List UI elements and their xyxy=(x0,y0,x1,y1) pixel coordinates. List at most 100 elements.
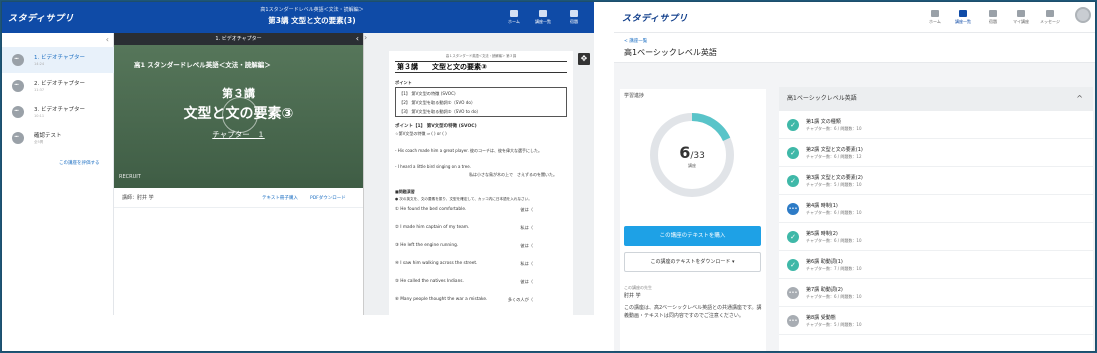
video-frame[interactable]: 高1 スタンダードレベル英語＜文法・読解編＞ 第３講 文型と文の要素③ チャプタ… xyxy=(114,45,363,188)
progress-count: 6/33 講座 xyxy=(648,143,736,169)
exercise-label: ■問題演習 xyxy=(395,189,415,194)
lecture-info-bar: 講師：肘井 学 テキスト冊子購入 PDFダウンロード xyxy=(114,188,363,208)
download-textbook-button[interactable]: この講座のテキストをダウンロード ▾ xyxy=(624,252,761,272)
chapter-status-icon xyxy=(12,80,24,92)
lesson-title: 第5講 時制(2) xyxy=(806,231,838,237)
example-sentence-2: - I heard a little bird singing on a tre… xyxy=(395,164,471,169)
my-course-icon xyxy=(1017,10,1025,17)
question-6-answer: 多くの人が（ xyxy=(507,297,533,302)
nav-my-courses[interactable]: マイ講座 xyxy=(1010,10,1032,25)
nav-home-label: ホーム xyxy=(929,19,941,24)
question-3: ③ He left the engine running. xyxy=(395,243,459,248)
teacher-label: この講座の先生 xyxy=(624,285,652,290)
question-2-answer: 私は（ xyxy=(520,225,533,230)
question-3-answer: 彼は（ xyxy=(520,243,533,248)
check-icon: ✓ xyxy=(787,175,799,187)
lesson-row[interactable]: ••• 第8講 受動態 チャプター数：5 / 問題数：10 xyxy=(779,307,1093,335)
nav-course-list[interactable]: 講座一覧 xyxy=(952,10,974,25)
lesson-row[interactable]: ✓ 第2講 文型と文の要素(1) チャプター数：6 / 問題数：12 xyxy=(779,139,1093,167)
chapter-duration: 14:24 xyxy=(34,62,45,66)
lesson-meta: チャプター数：5 / 問題数：10 xyxy=(806,322,862,327)
chapter-title: 2. ビデオチャプター xyxy=(34,81,85,87)
progress-label: 学習進捗 xyxy=(624,93,645,99)
exercise-instructions: ● 次の英文を、文の要素を振り、文型を確定して、カッコ内に日本語を入れなさい。 xyxy=(395,197,532,201)
chevron-right-icon[interactable]: › xyxy=(364,33,372,42)
nav-messages[interactable]: メッセージ xyxy=(1039,10,1061,25)
video-chapter-label: チャプター １ xyxy=(212,130,265,139)
check-icon: ✓ xyxy=(787,231,799,243)
homework-icon xyxy=(989,10,997,17)
test-question-count: 全5問 xyxy=(34,140,44,144)
example-sentence-2-jp: 私は小さな鳥が木の上で さえずるのを聞いた。 xyxy=(469,172,557,177)
point-item: 【2】 第V文型を取る動詞①（SVO do） xyxy=(399,100,476,105)
lesson-row[interactable]: ••• 第7講 助動詞(2) チャプター数：6 / 問題数：10 xyxy=(779,279,1093,307)
nav-messages-label: メッセージ xyxy=(1040,19,1060,24)
video-player[interactable]: 1. ビデオチャプター ‹ 高1 スタンダードレベル英語＜文法・読解編＞ 第３講… xyxy=(114,33,363,188)
nav-homework-label: 宿題 xyxy=(989,19,997,24)
sidebar-item-test[interactable]: 確認テスト 全5問 xyxy=(2,125,114,151)
lecture-player-app: スタディサプリ 高1スタンダードレベル英語＜文法・読解編＞ 第3講 文型と文の要… xyxy=(2,2,594,315)
buy-textbook-link[interactable]: テキスト冊子購入 xyxy=(262,195,298,201)
home-icon xyxy=(931,10,939,17)
status-dots-icon: ••• xyxy=(787,287,799,299)
nav-homework-label: 宿題 xyxy=(570,19,578,24)
test-title: 確認テスト xyxy=(34,133,62,139)
lesson-list-header[interactable]: 高1ベーシックレベル英語 ^ xyxy=(779,87,1093,111)
lesson-title: 第6講 助動詞(1) xyxy=(806,259,843,265)
lesson-meta: チャプター数：6 / 問題数：10 xyxy=(806,126,862,131)
point-label: ポイント xyxy=(395,80,412,85)
rate-course-link[interactable]: この講座を評価する xyxy=(59,160,100,166)
lesson-list-title: 高1ベーシックレベル英語 xyxy=(787,95,857,102)
lesson-meta: チャプター数：5 / 問題数：10 xyxy=(806,182,862,187)
collapse-sidebar-icon[interactable]: ‹ xyxy=(106,35,109,44)
avatar[interactable] xyxy=(1075,7,1091,23)
nav-course-list[interactable]: 講座一覧 xyxy=(532,10,554,25)
teacher-name[interactable]: 肘井 学 xyxy=(624,292,641,299)
chevron-up-icon[interactable]: ^ xyxy=(1076,87,1083,111)
nav-homework[interactable]: 宿題 xyxy=(982,10,1004,25)
chapter-duration: 11:37 xyxy=(34,88,45,92)
progress-unit: 講座 xyxy=(688,163,696,168)
question-2: ② I made him captain of my team. xyxy=(395,225,470,230)
example-sentence-1: - His coach made him a great player. 彼のコ… xyxy=(395,148,543,153)
progress-total: /33 xyxy=(690,151,705,161)
chevron-left-icon[interactable]: ‹ xyxy=(356,33,359,45)
chapter-sidebar: ‹ 1. ビデオチャプター 14:24 2. ビデオチャプター 11:37 3.… xyxy=(2,33,114,315)
sidebar-item-chapter-1[interactable]: 1. ビデオチャプター 14:24 xyxy=(2,47,114,73)
nav-course-list-label: 講座一覧 xyxy=(535,19,551,24)
home-icon xyxy=(510,10,518,17)
breadcrumb-back-link[interactable]: < 講座一覧 xyxy=(624,38,647,44)
page-title-bar: < 講座一覧 高1ベーシックレベル英語 xyxy=(614,33,1095,63)
buy-textbook-button[interactable]: この講座のテキストを購入 xyxy=(624,226,761,246)
chapter-title: 1. ビデオチャプター xyxy=(34,55,85,61)
course-content: 学習進捗 6/33 講座 この講座のテキストを購入 この講座のテキストをダウンロ… xyxy=(614,63,1095,351)
nav-home[interactable]: ホーム xyxy=(503,10,525,25)
status-dots-icon: ••• xyxy=(787,315,799,327)
nav-homework[interactable]: 宿題 xyxy=(563,10,585,25)
homework-icon xyxy=(570,10,578,17)
recruit-logo: RECRUIT xyxy=(119,174,141,180)
lesson-title: 第7講 助動詞(2) xyxy=(806,287,843,293)
book-list-icon xyxy=(539,10,547,17)
page-running-header: 高１スタンダード英語＜文法・読解編＞ 第３講 xyxy=(445,54,517,58)
lesson-title: 第1講 文の種類 xyxy=(806,119,841,125)
lesson-row[interactable]: ••• 第4講 時制(1) チャプター数：6 / 問題数：10 xyxy=(779,195,1093,223)
question-6: ⑥ Many people thought the war a mistake. xyxy=(395,297,488,302)
sidebar-item-chapter-3[interactable]: 3. ビデオチャプター 10:11 xyxy=(2,99,114,125)
lesson-row[interactable]: ✓ 第1講 文の種類 チャプター数：6 / 問題数：10 xyxy=(779,111,1093,139)
lesson-row[interactable]: ✓ 第3講 文型と文の要素(2) チャプター数：5 / 問題数：10 xyxy=(779,167,1093,195)
sidebar-item-chapter-2[interactable]: 2. ビデオチャプター 11:37 xyxy=(2,73,114,99)
pdf-download-link[interactable]: PDFダウンロード xyxy=(310,195,346,201)
top-header: スタディサプリ ホーム 講座一覧 宿題 マイ講座 メッセージ xyxy=(614,2,1095,33)
course-description: この講座は、高2ベーシックレベル英語との共通講座です。講義動画・テキストは同内容… xyxy=(624,305,762,319)
app-logo[interactable]: スタディサプリ xyxy=(8,11,74,24)
play-icon[interactable] xyxy=(222,97,258,133)
page-title: 高1ベーシックレベル英語 xyxy=(624,48,717,57)
app-logo[interactable]: スタディサプリ xyxy=(622,11,688,24)
lesson-row[interactable]: ✓ 第5講 時制(2) チャプター数：6 / 問題数：10 xyxy=(779,223,1093,251)
lesson-meta: チャプター数：6 / 問題数：12 xyxy=(806,154,862,159)
lesson-row[interactable]: ✓ 第6講 助動詞(1) チャプター数：7 / 問題数：10 xyxy=(779,251,1093,279)
nav-home[interactable]: ホーム xyxy=(924,10,946,25)
video-course-name: 高1 スタンダードレベル英語＜文法・読解編＞ xyxy=(134,61,271,69)
move-icon[interactable]: ✥ xyxy=(578,53,590,65)
